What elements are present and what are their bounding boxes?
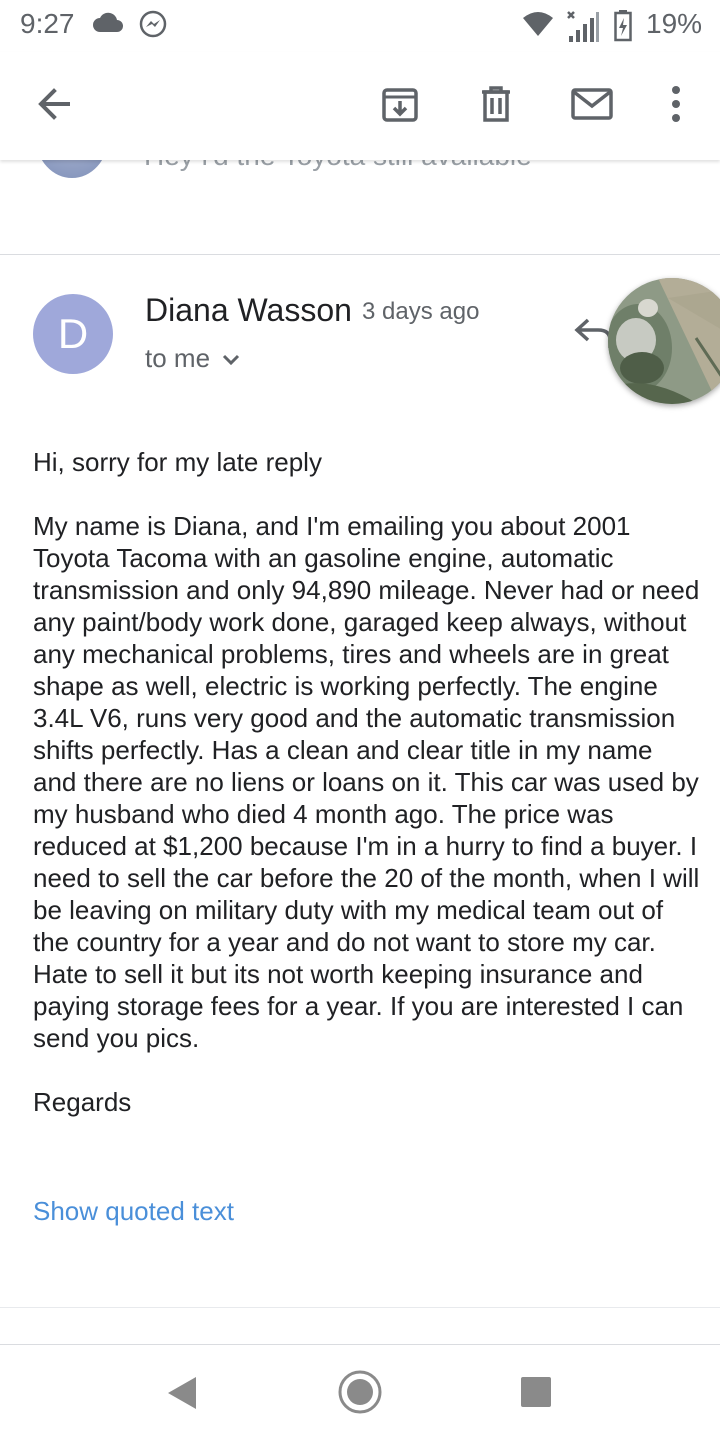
recipient-details-toggle[interactable]: to me <box>145 340 240 376</box>
sender-name[interactable]: Diana Wasson <box>145 292 352 329</box>
mark-unread-button[interactable] <box>564 76 620 132</box>
previous-sender-avatar <box>36 160 108 178</box>
archive-icon <box>382 88 418 122</box>
chevron-down-icon <box>222 354 240 366</box>
circle-home-icon <box>338 1370 382 1414</box>
message-time: 3 days ago <box>362 298 480 325</box>
email-screen: 9:27 19% D Diana Wasson 3 days ago to me… <box>0 0 720 1440</box>
navigation-bar <box>0 1344 720 1440</box>
body-paragraph-main: My name is Diana, and I'm emailing you a… <box>33 511 700 1053</box>
arrow-left-icon <box>38 88 70 120</box>
more-vert-icon <box>672 86 680 122</box>
battery-percent: 19% <box>646 8 703 39</box>
message-toolbar <box>0 52 720 160</box>
avatar-letter: D <box>57 310 89 357</box>
message-body: Hi, sorry for my late reply My name is D… <box>33 446 703 1150</box>
previous-message-snippet: Hey i'd the Toyota still available <box>144 160 532 172</box>
sender-avatar[interactable]: D <box>33 294 113 374</box>
frog-photo-image <box>608 278 720 404</box>
contact-photo[interactable] <box>608 278 720 404</box>
nav-back-button[interactable] <box>166 1375 198 1416</box>
nav-home-button[interactable] <box>337 1369 383 1420</box>
wifi-icon <box>522 10 554 43</box>
mail-icon <box>571 88 613 120</box>
signal-icon <box>566 8 600 49</box>
body-paragraph-greeting: Hi, sorry for my late reply <box>33 447 322 477</box>
triangle-back-icon <box>168 1377 196 1409</box>
archive-button[interactable] <box>372 76 428 132</box>
divider <box>0 1307 720 1308</box>
show-quoted-text-link[interactable]: Show quoted text <box>33 1196 234 1227</box>
back-button[interactable] <box>26 76 82 132</box>
cloud-icon <box>92 12 124 39</box>
more-options-button[interactable] <box>648 76 704 132</box>
body-paragraph-signoff: Regards <box>33 1087 132 1117</box>
nav-recents-button[interactable] <box>521 1377 551 1407</box>
recipient-label: to me <box>145 342 211 373</box>
status-bar: 9:27 19% <box>0 0 720 52</box>
trash-icon <box>482 86 510 122</box>
battery-icon <box>614 10 632 47</box>
status-time: 9:27 <box>20 8 75 39</box>
previous-message[interactable]: Hey i'd the Toyota still available <box>0 160 720 255</box>
delete-button[interactable] <box>468 76 524 132</box>
messenger-icon <box>138 10 168 45</box>
